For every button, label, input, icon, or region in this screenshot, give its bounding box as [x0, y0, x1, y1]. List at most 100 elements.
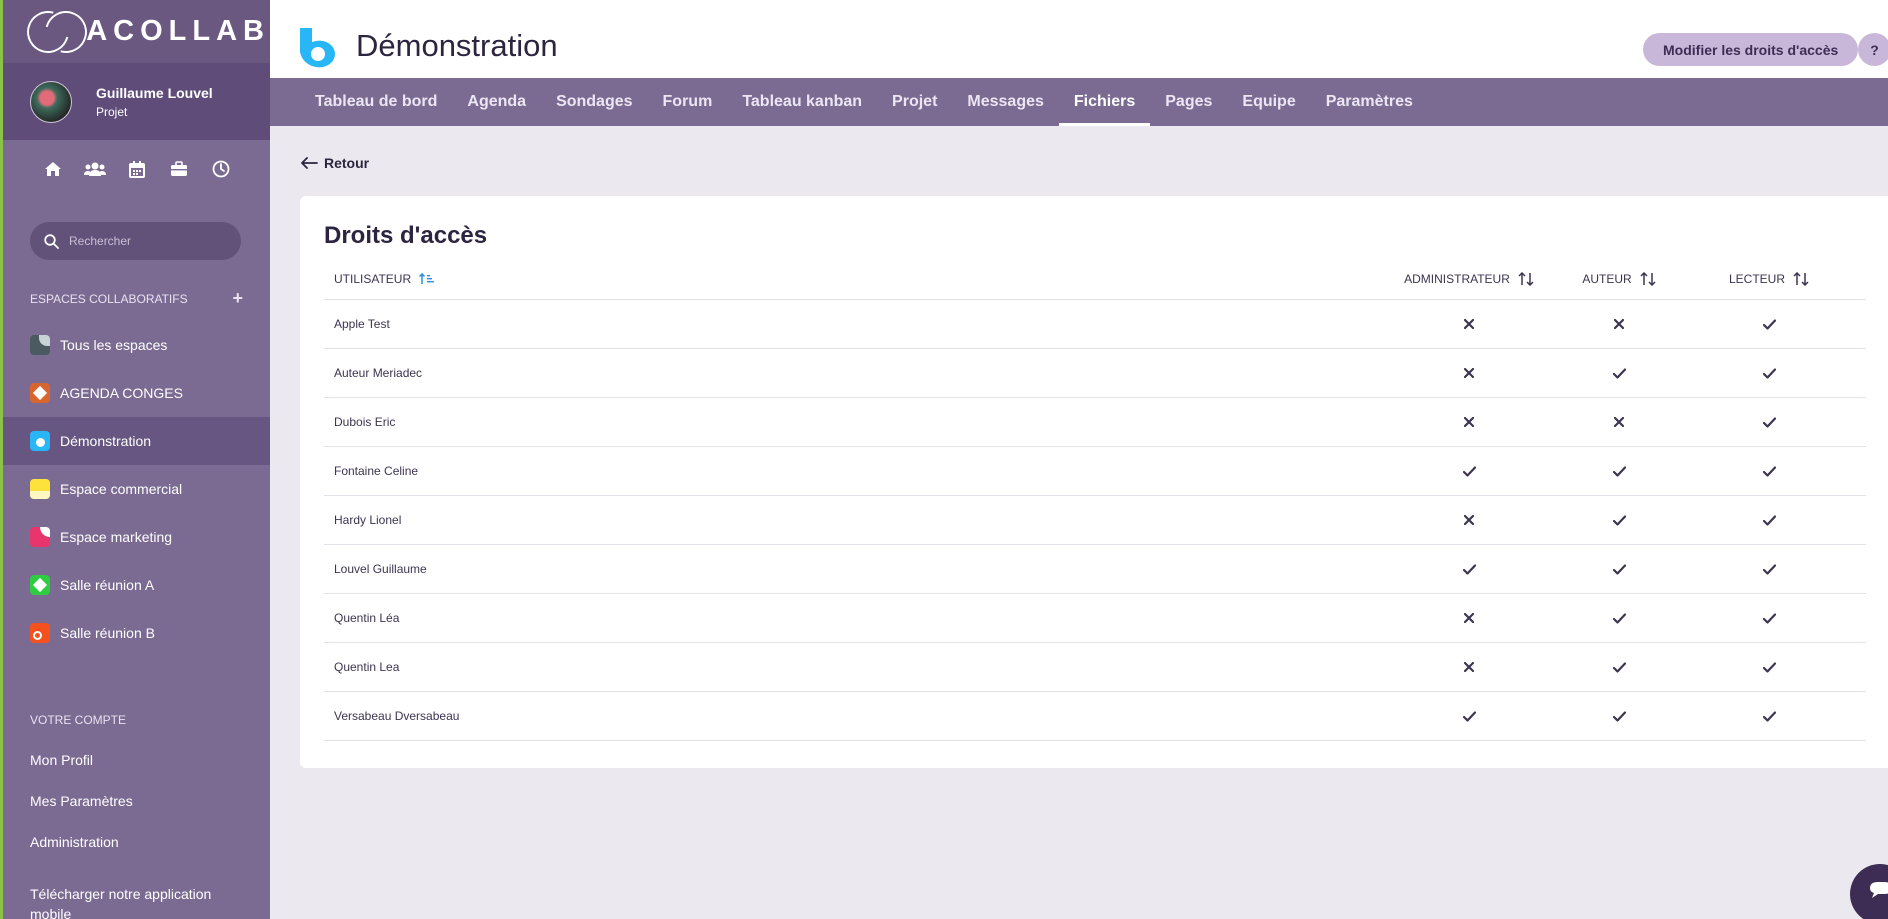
column-header-auteur[interactable]: AUTEUR [1544, 271, 1694, 286]
space-icon [30, 623, 50, 643]
spaces-section-title: ESPACES COLLABORATIFS + [3, 288, 270, 309]
lecteur-cell [1694, 513, 1844, 527]
table-row: Quentin Léa [324, 594, 1866, 643]
search-box[interactable] [30, 222, 241, 260]
cross-icon [1612, 317, 1626, 331]
check-icon [1462, 562, 1476, 576]
check-icon [1762, 709, 1776, 723]
space-item-salle-reunion-b[interactable]: Salle réunion B [3, 609, 270, 657]
card-title: Droits d'accès [324, 222, 488, 249]
space-item-demonstration[interactable]: Démonstration [3, 417, 270, 465]
back-label: Retour [324, 155, 370, 171]
table-row: Quentin Lea [324, 643, 1866, 692]
user-name-cell: Fontaine Celine [334, 464, 419, 478]
user-name-cell: Louvel Guillaume [334, 562, 427, 576]
user-name-cell: Quentin Léa [334, 611, 400, 625]
sort-icon[interactable] [1518, 271, 1534, 286]
table-row: Fontaine Celine [324, 447, 1866, 496]
check-icon [1612, 709, 1626, 723]
tab-messages[interactable]: Messages [952, 78, 1059, 126]
check-icon [1462, 709, 1476, 723]
check-icon [1762, 366, 1776, 380]
tab-tableau-de-bord[interactable]: Tableau de bord [300, 78, 452, 126]
access-rights-table: UTILISATEUR ADMINISTRATEUR AUTEUR LECTEU… [324, 258, 1866, 741]
account-item-mes-parametres[interactable]: Mes Paramètres [3, 780, 270, 821]
space-label: Espace commercial [60, 481, 183, 497]
lecteur-cell [1694, 611, 1844, 625]
tab-sondages[interactable]: Sondages [541, 78, 647, 126]
column-header-lecteur[interactable]: LECTEUR [1694, 271, 1844, 286]
lecteur-cell [1694, 415, 1844, 429]
auteur-cell [1544, 709, 1694, 723]
chat-button[interactable] [1850, 864, 1888, 919]
table-header: UTILISATEUR ADMINISTRATEUR AUTEUR LECTEU… [324, 258, 1866, 300]
quick-icons [3, 140, 270, 210]
tab-forum[interactable]: Forum [648, 78, 728, 126]
space-item-agenda-conges[interactable]: AGENDA CONGES [3, 369, 270, 417]
tab-projet[interactable]: Projet [877, 78, 952, 126]
users-icon[interactable] [83, 158, 106, 180]
user-name: Guillaume Louvel [96, 84, 213, 101]
sort-ascending-icon[interactable] [419, 272, 435, 285]
tab-tableau-kanban[interactable]: Tableau kanban [727, 78, 877, 126]
sort-icon[interactable] [1640, 271, 1656, 286]
space-item-espace-commercial[interactable]: Espace commercial [3, 465, 270, 513]
search-input[interactable] [69, 234, 219, 248]
briefcase-icon[interactable] [168, 158, 190, 180]
auteur-cell [1544, 562, 1694, 576]
space-label: Démonstration [60, 433, 152, 449]
column-header-user[interactable]: UTILISATEUR [324, 272, 1394, 286]
tab-agenda[interactable]: Agenda [452, 78, 541, 126]
tab-pages[interactable]: Pages [1150, 78, 1227, 126]
check-icon [1762, 562, 1776, 576]
check-icon [1612, 366, 1626, 380]
admin-cell [1394, 611, 1544, 625]
sidebar: ACOLLAB Guillaume Louvel Projet ESPACES … [0, 0, 270, 919]
check-icon [1612, 464, 1626, 478]
edit-access-rights-button[interactable]: Modifier les droits d'accès [1643, 33, 1859, 66]
lecteur-cell [1694, 464, 1844, 478]
arrow-left-icon [301, 157, 318, 169]
tab-equipe[interactable]: Equipe [1227, 78, 1310, 126]
check-icon [1612, 611, 1626, 625]
sort-icon[interactable] [1793, 271, 1809, 286]
user-panel[interactable]: Guillaume Louvel Projet [3, 63, 270, 140]
calendar-icon[interactable] [126, 158, 148, 180]
auteur-cell [1544, 415, 1694, 429]
check-icon [1462, 464, 1476, 478]
lecteur-cell [1694, 366, 1844, 380]
access-rights-card: Droits d'accès UTILISATEUR ADMINISTRATEU… [300, 196, 1888, 768]
check-icon [1762, 660, 1776, 674]
help-button[interactable]: ? [1858, 33, 1888, 66]
space-item-espace-marketing[interactable]: Espace marketing [3, 513, 270, 561]
home-icon[interactable] [42, 158, 64, 180]
logo[interactable]: ACOLLAB [3, 0, 270, 63]
tab-fichiers[interactable]: Fichiers [1058, 78, 1151, 126]
space-item-tous-les-espaces[interactable]: Tous les espaces [3, 321, 270, 369]
back-link[interactable]: Retour [300, 155, 369, 171]
account-item-administration[interactable]: Administration [3, 821, 270, 862]
space-item-salle-reunion-a[interactable]: Salle réunion A [3, 561, 270, 609]
lecteur-cell [1694, 660, 1844, 674]
column-lecteur-label: LECTEUR [1728, 271, 1785, 286]
table-body: Apple Test Auteur Meriadec Dubois Eric Font… [324, 300, 1866, 741]
space-icon [30, 383, 50, 403]
check-icon [1612, 513, 1626, 527]
account-item-mon-profil[interactable]: Mon Profil [3, 739, 270, 780]
download-app-link[interactable]: Télécharger notre application mobile [30, 884, 230, 919]
add-space-icon[interactable]: + [232, 288, 243, 309]
check-icon [1762, 317, 1776, 331]
admin-cell [1394, 366, 1544, 380]
lecteur-cell [1694, 562, 1844, 576]
column-header-admin[interactable]: ADMINISTRATEUR [1394, 271, 1544, 286]
auteur-cell [1544, 317, 1694, 331]
auteur-cell [1544, 611, 1694, 625]
tab-parametres[interactable]: Paramètres [1311, 78, 1428, 126]
lecteur-cell [1694, 709, 1844, 723]
admin-cell [1394, 464, 1544, 478]
spaces-title: ESPACES COLLABORATIFS [30, 291, 188, 306]
cross-icon [1462, 513, 1476, 527]
clock-icon[interactable] [210, 158, 232, 180]
admin-cell [1394, 317, 1544, 331]
user-name-cell: Auteur Meriadec [334, 366, 423, 380]
